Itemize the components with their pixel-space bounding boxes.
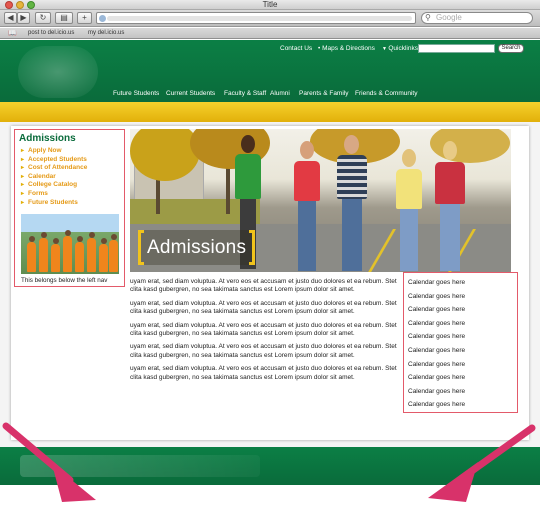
address-text-placeholder (107, 16, 412, 21)
add-bookmark-icon: + (82, 13, 87, 22)
browser-search-input[interactable]: ⚲ Google (421, 12, 533, 24)
arrow-annotation-right (428, 424, 536, 502)
back-icon: ◀ (7, 13, 14, 22)
body-paragraph: uyam erat, sed diam voluptua. At vero eo… (130, 278, 397, 294)
photo-person-head (101, 238, 107, 244)
calendar-item: Calendar goes here (408, 387, 466, 395)
reload-icon: ↻ (39, 13, 47, 22)
left-nav-calendar[interactable]: Calendar (21, 173, 87, 182)
calendar-item: Calendar goes here (408, 333, 466, 341)
maps-link-label: Maps & Directions (322, 45, 375, 52)
nav-faculty-staff[interactable]: Faculty & Staff (224, 90, 266, 98)
site-search-input[interactable] (418, 44, 495, 53)
nav-current-students[interactable]: Current Students (166, 90, 215, 98)
photo-person-head (65, 230, 71, 236)
photo-person (109, 240, 118, 272)
hero-banner: Admissions (130, 129, 511, 272)
quicklinks-label: Quicklinks (388, 45, 418, 52)
photo-person-head (29, 236, 35, 242)
favicon-icon (99, 15, 106, 22)
calendar-item: Calendar goes here (408, 306, 466, 314)
body-paragraph: uyam erat, sed diam voluptua. At vero eo… (130, 365, 397, 381)
nav-future-students[interactable]: Future Students (113, 90, 159, 98)
site-header: Contact Us • Maps & Directions ▼ Quickli… (0, 40, 540, 102)
bookmarks-bar: 📖 post to del.icio.us my del.icio.us (0, 28, 540, 39)
browser-search-placeholder: Google (436, 13, 462, 22)
calendar-item: Calendar goes here (408, 374, 466, 382)
hero-title: Admissions (147, 237, 247, 258)
left-nav-forms[interactable]: Forms (21, 190, 87, 199)
body-paragraph: uyam erat, sed diam voluptua. At vero eo… (130, 299, 397, 316)
left-nav-cost-of-attendance[interactable]: Cost of Attendance (21, 164, 87, 173)
calendar-item: Calendar goes here (408, 279, 466, 286)
calendar-item: Calendar goes here (408, 401, 466, 409)
bookmark-my-delicious[interactable]: my del.icio.us (88, 30, 124, 36)
photo-person-head (111, 234, 117, 240)
header-gold-band (0, 102, 540, 122)
left-nav-caption: This belongs below the left nav (21, 277, 108, 284)
site-search-button[interactable]: Search (498, 44, 524, 53)
quicklinks-link[interactable]: ▼ Quicklinks (382, 45, 418, 53)
back-button[interactable]: ◀ (4, 12, 17, 24)
search-icon: ⚲ (425, 13, 431, 22)
view-button[interactable]: ▤ (55, 12, 73, 24)
nav-parents-family[interactable]: Parents & Family (299, 90, 349, 98)
hero-tree (430, 129, 510, 163)
calendar-item: Calendar goes here (408, 346, 466, 354)
hero-bracket-left (138, 230, 144, 265)
body-text: uyam erat, sed diam voluptua. At vero eo… (130, 278, 398, 387)
reload-button[interactable]: ↻ (35, 12, 51, 24)
add-bookmark-button[interactable]: + (77, 12, 92, 24)
hero-title-box: Admissions (138, 230, 256, 265)
window-titlebar: Title (0, 0, 540, 10)
forward-button[interactable]: ▶ (17, 12, 30, 24)
calendar-item: Calendar goes here (408, 319, 466, 327)
photo-person-head (77, 236, 83, 242)
arrow-annotation-left (2, 422, 96, 502)
calendar-item: Calendar goes here (408, 292, 466, 300)
left-nav-accepted-students[interactable]: Accepted Students (21, 156, 87, 165)
nav-friends-community[interactable]: Friends & Community (355, 90, 418, 98)
view-icon: ▤ (60, 13, 68, 22)
left-nav-heading: Admissions (19, 133, 76, 144)
hero-bracket-right (249, 230, 256, 265)
maps-directions-link[interactable]: • Maps & Directions (318, 45, 375, 53)
forward-icon: ▶ (20, 13, 27, 22)
photo-person (87, 238, 96, 272)
content-panel: Admissions Apply Now Accepted Students C… (11, 126, 529, 440)
photo-person (99, 244, 108, 272)
photo-person (51, 244, 60, 272)
calendar-item: Calendar goes here (408, 360, 466, 368)
photo-person (75, 242, 84, 272)
left-nav-future-students[interactable]: Future Students (21, 199, 87, 208)
body-paragraph: uyam erat, sed diam voluptua. At vero eo… (130, 321, 397, 338)
photo-person-head (41, 232, 47, 238)
left-nav-list: Apply Now Accepted Students Cost of Atte… (21, 147, 87, 207)
photo-person-head (53, 238, 59, 244)
body-paragraph: uyam erat, sed diam voluptua. At vero eo… (130, 343, 397, 359)
group-photo (21, 214, 119, 274)
photo-person-head (89, 232, 95, 238)
window-title: Title (262, 0, 278, 9)
photo-person (39, 238, 48, 272)
left-nav-college-catalog[interactable]: College Catalog (21, 181, 87, 190)
nav-alumni[interactable]: Alumni (270, 90, 290, 98)
photo-person (27, 242, 36, 272)
left-nav: Admissions Apply Now Accepted Students C… (14, 129, 125, 287)
bookmark-post-delicious[interactable]: post to del.icio.us (28, 30, 74, 36)
contact-us-link[interactable]: Contact Us (280, 45, 312, 53)
address-bar[interactable] (96, 12, 416, 24)
browser-toolbar: ◀ ▶ ↻ ▤ + ⚲ Google (0, 10, 540, 27)
left-nav-apply-now[interactable]: Apply Now (21, 147, 87, 156)
bookmarks-icon[interactable]: 📖 (8, 30, 17, 37)
photo-person (63, 236, 72, 272)
calendar-panel: Calendar goes here Calendar goes here Ca… (403, 272, 518, 413)
site-logo[interactable] (18, 46, 98, 98)
